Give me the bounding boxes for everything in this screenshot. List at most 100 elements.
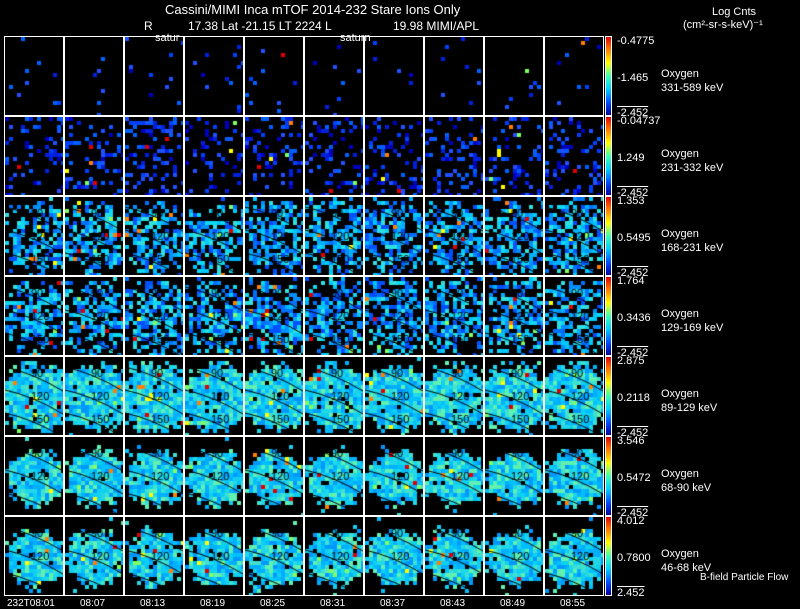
species-label: Oxygen bbox=[661, 388, 699, 400]
heatmap-image bbox=[545, 197, 603, 275]
image-cell bbox=[424, 436, 484, 516]
image-cell bbox=[304, 356, 364, 436]
image-cell bbox=[4, 276, 64, 356]
image-cell bbox=[184, 116, 244, 196]
time-label: 08:37 bbox=[380, 598, 406, 609]
ion-label: Oxygen 331-589 keV bbox=[661, 67, 723, 95]
image-cell bbox=[424, 196, 484, 276]
image-cell bbox=[64, 116, 124, 196]
image-cell bbox=[364, 36, 424, 116]
image-cell bbox=[184, 276, 244, 356]
image-cell bbox=[544, 36, 604, 116]
heatmap-image bbox=[65, 197, 123, 275]
image-cell bbox=[484, 196, 544, 276]
heatmap-image bbox=[65, 117, 123, 195]
heatmap-image bbox=[185, 117, 243, 195]
image-cell bbox=[4, 516, 64, 596]
heatmap-image bbox=[5, 517, 63, 595]
heatmap-image bbox=[305, 117, 363, 195]
heatmap-image bbox=[245, 357, 303, 435]
heatmap-image bbox=[425, 357, 483, 435]
heatmap-image bbox=[545, 277, 603, 355]
heatmap-image bbox=[545, 357, 603, 435]
ion-label: Oxygen 68-90 keV bbox=[661, 467, 711, 495]
heatmap-image bbox=[305, 37, 363, 115]
colorbar-cmax-label: 1.764 bbox=[617, 275, 645, 287]
heatmap-image bbox=[425, 117, 483, 195]
units-label: Log Cnts bbox=[712, 6, 757, 18]
ion-label: Oxygen 168-231 keV bbox=[661, 227, 723, 255]
heatmap-image bbox=[125, 517, 183, 595]
image-cell bbox=[4, 196, 64, 276]
image-cell bbox=[424, 516, 484, 596]
overlay-label: satur bbox=[155, 32, 180, 44]
image-cell bbox=[124, 196, 184, 276]
time-label: 08:49 bbox=[500, 598, 526, 609]
ion-label: Oxygen 46-68 keV bbox=[661, 547, 711, 575]
colorbar bbox=[605, 276, 612, 356]
image-cell bbox=[244, 36, 304, 116]
energy-label: 231-332 keV bbox=[661, 162, 724, 174]
colorbar bbox=[605, 36, 612, 116]
image-cell bbox=[364, 116, 424, 196]
colorbar bbox=[605, 196, 612, 276]
heatmap-image bbox=[545, 37, 603, 115]
image-cell bbox=[424, 36, 484, 116]
image-cell bbox=[64, 436, 124, 516]
image-cell bbox=[4, 436, 64, 516]
image-cell bbox=[484, 116, 544, 196]
heatmap-image bbox=[65, 37, 123, 115]
subtitle-r: R bbox=[144, 19, 153, 33]
species-label: Oxygen bbox=[661, 148, 699, 160]
image-cell bbox=[424, 116, 484, 196]
image-cell bbox=[364, 276, 424, 356]
heatmap-image bbox=[485, 117, 543, 195]
heatmap-image bbox=[245, 517, 303, 595]
energy-label: 168-231 keV bbox=[661, 242, 724, 254]
image-cell bbox=[64, 276, 124, 356]
image-cell bbox=[124, 436, 184, 516]
image-cell bbox=[124, 116, 184, 196]
colorbar-cmax-label: 3.546 bbox=[617, 435, 645, 447]
colorbar bbox=[605, 436, 612, 516]
image-cell bbox=[124, 516, 184, 596]
heatmap-image bbox=[5, 277, 63, 355]
heatmap-image bbox=[485, 357, 543, 435]
heatmap-image bbox=[185, 517, 243, 595]
time-label: 08:13 bbox=[140, 598, 166, 609]
heatmap-image bbox=[485, 197, 543, 275]
image-cell bbox=[484, 276, 544, 356]
image-cell bbox=[544, 516, 604, 596]
colorbar-cmid-label: 0.5495 bbox=[617, 232, 651, 244]
species-label: Oxygen bbox=[661, 308, 699, 320]
heatmap-image bbox=[425, 197, 483, 275]
image-cell bbox=[244, 276, 304, 356]
colorbar-cmax-label: 2.875 bbox=[617, 355, 645, 367]
image-cell bbox=[124, 276, 184, 356]
heatmap-image bbox=[365, 37, 423, 115]
image-cell bbox=[184, 196, 244, 276]
heatmap-image bbox=[65, 437, 123, 515]
time-label: 232T08:01 bbox=[7, 598, 55, 609]
heatmap-image bbox=[5, 437, 63, 515]
heatmap-image bbox=[545, 517, 603, 595]
heatmap-image bbox=[65, 357, 123, 435]
colorbar bbox=[605, 516, 612, 596]
heatmap-image bbox=[125, 37, 183, 115]
colorbar-cmid-label: 0.3436 bbox=[617, 312, 651, 324]
image-cell bbox=[304, 36, 364, 116]
heatmap-image bbox=[365, 117, 423, 195]
heatmap-image bbox=[305, 197, 363, 275]
heatmap-image bbox=[545, 117, 603, 195]
image-cell bbox=[364, 436, 424, 516]
heatmap-image bbox=[125, 437, 183, 515]
heatmap-image bbox=[425, 277, 483, 355]
colorbar-cmax-label: -0.04737 bbox=[617, 115, 661, 127]
colorbar-cmid-label: 0.2118 bbox=[617, 392, 650, 404]
heatmap-image bbox=[305, 437, 363, 515]
image-cell bbox=[124, 36, 184, 116]
time-label: 08:31 bbox=[320, 598, 346, 609]
image-cell bbox=[4, 36, 64, 116]
heatmap-image bbox=[425, 517, 483, 595]
time-label: 08:43 bbox=[440, 598, 466, 609]
